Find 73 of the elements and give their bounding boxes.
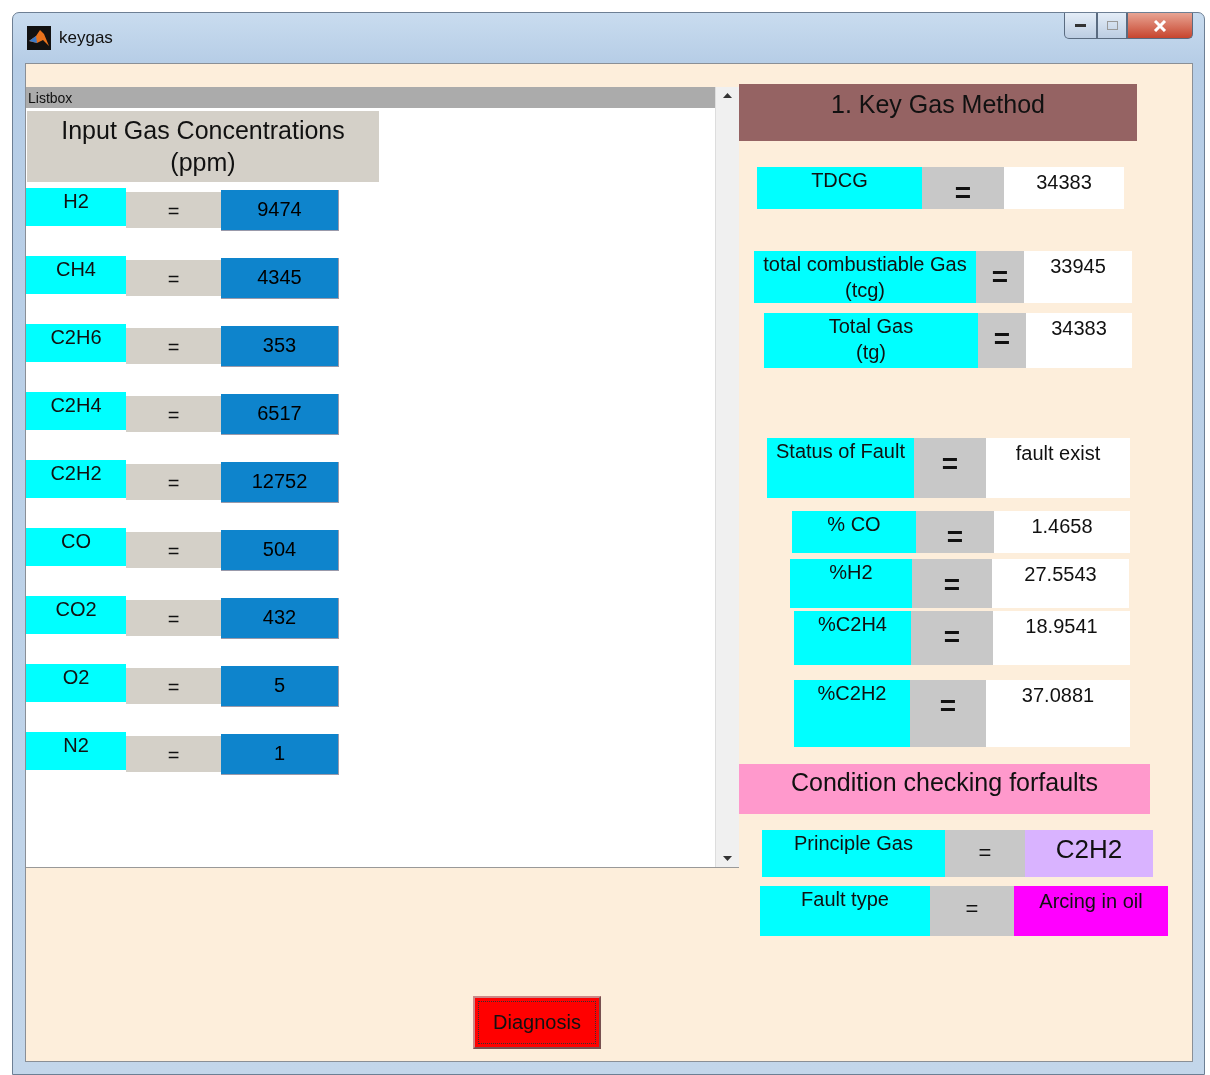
equals-sign: = xyxy=(126,736,221,772)
close-button[interactable] xyxy=(1127,13,1193,39)
section-heading: Condition checking forfaults xyxy=(739,764,1150,814)
scroll-down-icon[interactable] xyxy=(723,856,732,861)
concentration-field[interactable]: 6517 xyxy=(221,394,339,435)
field-label: %H2 xyxy=(790,559,912,608)
equals-sign: = xyxy=(911,611,993,665)
result-value: C2H2 xyxy=(1025,830,1153,877)
field-label: Total Gas (tg) xyxy=(764,313,978,368)
equals-sign: = xyxy=(922,167,1004,209)
window-title: keygas xyxy=(59,28,113,48)
listbox-label: Listbox xyxy=(26,87,715,108)
equals-sign: = xyxy=(945,830,1025,877)
gas-label: C2H6 xyxy=(26,324,126,362)
result-value: 34383 xyxy=(1026,313,1132,368)
minimize-icon xyxy=(1075,23,1086,28)
result-value: 34383 xyxy=(1004,167,1124,209)
minimize-button[interactable] xyxy=(1064,13,1097,39)
equals-sign: = xyxy=(930,886,1014,936)
concentration-field[interactable]: 504 xyxy=(221,530,339,571)
gas-label: C2H2 xyxy=(26,460,126,498)
close-icon xyxy=(1153,19,1167,32)
result-value: 33945 xyxy=(1024,251,1132,303)
gas-label: N2 xyxy=(26,732,126,770)
result-value: fault exist xyxy=(986,438,1130,498)
equals-sign: = xyxy=(126,192,221,228)
equals-sign: = xyxy=(916,511,994,553)
gas-label: C2H4 xyxy=(26,392,126,430)
equals-sign: = xyxy=(914,438,986,498)
field-label: Principle Gas xyxy=(762,830,945,877)
gas-label: H2 xyxy=(26,188,126,226)
equals-sign: = xyxy=(126,532,221,568)
concentration-field[interactable]: 12752 xyxy=(221,462,339,503)
concentration-field[interactable]: 4345 xyxy=(221,258,339,299)
concentration-field[interactable]: 353 xyxy=(221,326,339,367)
section-heading: Input Gas Concentrations (ppm) xyxy=(27,111,379,182)
equals-sign: = xyxy=(126,668,221,704)
maximize-button[interactable] xyxy=(1097,13,1127,39)
result-value: Arcing in oil xyxy=(1014,886,1168,936)
equals-sign: = xyxy=(910,680,986,747)
field-label: % CO xyxy=(792,511,916,553)
concentration-field[interactable]: 5 xyxy=(221,666,339,707)
scrollbar[interactable] xyxy=(715,87,739,867)
gas-label: CO2 xyxy=(26,596,126,634)
result-value: 1.4658 xyxy=(994,511,1130,553)
diagnosis-button[interactable]: Diagnosis xyxy=(473,996,601,1049)
concentration-field[interactable]: 1 xyxy=(221,734,339,775)
field-label: Status of Fault xyxy=(767,438,914,498)
equals-sign: = xyxy=(126,600,221,636)
result-value: 37.0881 xyxy=(986,680,1130,747)
result-value: 18.9541 xyxy=(993,611,1130,665)
result-value: 27.5543 xyxy=(992,559,1129,608)
equals-sign: = xyxy=(126,260,221,296)
equals-sign: = xyxy=(126,464,221,500)
equals-sign: = xyxy=(978,313,1026,368)
field-label: %C2H4 xyxy=(794,611,911,665)
field-label: TDCG xyxy=(757,167,922,209)
section-heading: 1. Key Gas Method xyxy=(739,84,1137,141)
app-logo-icon xyxy=(27,26,51,50)
equals-sign: = xyxy=(976,251,1024,303)
maximize-icon xyxy=(1106,21,1118,30)
field-label: %C2H2 xyxy=(794,680,910,747)
field-label: total combustiable Gas (tcg) xyxy=(754,251,976,303)
equals-sign: = xyxy=(126,328,221,364)
concentration-field[interactable]: 9474 xyxy=(221,190,339,231)
equals-sign: = xyxy=(912,559,992,608)
scroll-up-icon[interactable] xyxy=(723,93,732,98)
gas-label: O2 xyxy=(26,664,126,702)
concentration-field[interactable]: 432 xyxy=(221,598,339,639)
field-label: Fault type xyxy=(760,886,930,936)
gas-label: CO xyxy=(26,528,126,566)
equals-sign: = xyxy=(126,396,221,432)
gas-label: CH4 xyxy=(26,256,126,294)
